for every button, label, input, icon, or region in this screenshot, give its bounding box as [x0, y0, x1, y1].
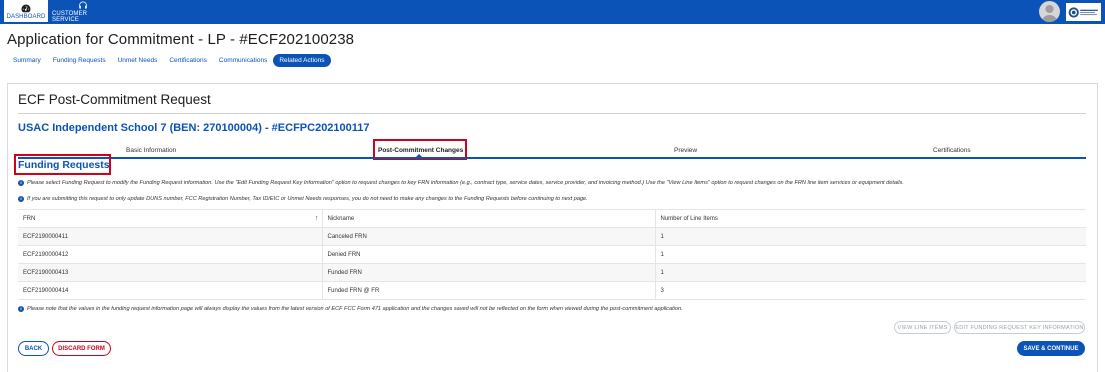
page-title: Application for Commitment - LP - #ECF20… — [7, 31, 355, 48]
cell-line-items: 3 — [655, 281, 1086, 300]
tab-communications[interactable]: Communications — [213, 54, 273, 67]
table-row[interactable]: ECF2190000413 Funded FRN 1 — [18, 263, 1086, 282]
application-tabs: Summary Funding Requests Unmet Needs Cer… — [7, 53, 331, 67]
cell-nickname: Canceled FRN — [322, 227, 656, 246]
column-header-nickname[interactable]: Nickname — [322, 209, 656, 228]
post-commitment-card: ECF Post-Commitment Request USAC Indepen… — [7, 83, 1098, 372]
nav-active-indicator — [4, 22, 48, 24]
info-message-1: i Please select Funding Request to modif… — [18, 180, 904, 186]
cell-frn: ECF2190000411 — [18, 227, 323, 246]
back-button[interactable]: BACK — [18, 341, 49, 356]
table-header-row: FRN ↑ Nickname Number of Line Items — [18, 209, 1086, 228]
cell-frn: ECF2190000414 — [18, 281, 323, 300]
funding-requests-table: FRN ↑ Nickname Number of Line Items ECF2… — [18, 209, 1086, 300]
top-navigation-bar: DASHBOARD CUSTOMER SERVICE — [0, 0, 1105, 24]
cell-frn: ECF2190000413 — [18, 263, 323, 282]
info-text-2: If you are submitting this request to on… — [27, 196, 588, 202]
info-message-3: i Please note that the values in the fun… — [18, 306, 683, 312]
nav-dashboard-label: DASHBOARD — [6, 14, 46, 20]
cell-nickname: Denied FRN — [322, 245, 656, 264]
tab-related-actions[interactable]: Related Actions — [273, 53, 331, 67]
table-row[interactable]: ECF2190000414 Funded FRN @ FR 3 — [18, 281, 1086, 300]
cell-line-items: 1 — [655, 263, 1086, 282]
user-avatar[interactable] — [1039, 1, 1060, 22]
info-icon: i — [18, 306, 24, 312]
info-message-2: i If you are submitting this request to … — [18, 196, 588, 202]
nav-customer-service[interactable]: CUSTOMER SERVICE — [52, 0, 114, 24]
nav-dashboard[interactable]: DASHBOARD — [4, 0, 48, 24]
dashboard-icon — [21, 4, 31, 13]
edit-funding-request-key-info-button[interactable]: EDIT FUNDING REQUEST KEY INFORMATION — [954, 321, 1085, 334]
cell-nickname: Funded FRN @ FR — [322, 281, 656, 300]
info-text-3: Please note that the values in the fundi… — [27, 306, 683, 312]
info-icon: i — [18, 196, 24, 202]
discard-form-button[interactable]: DISCARD FORM — [52, 341, 111, 356]
progress-stepper: Basic Information Post-Commitment Change… — [18, 139, 1086, 160]
active-step-marker — [415, 154, 423, 158]
table-row[interactable]: ECF2190000412 Denied FRN 1 — [18, 245, 1086, 264]
info-icon: i — [18, 180, 24, 186]
info-text-1: Please select Funding Request to modify … — [27, 180, 904, 186]
card-divider — [18, 113, 1086, 114]
fcc-logo — [1066, 3, 1101, 21]
cell-line-items: 1 — [655, 227, 1086, 246]
card-title: ECF Post-Commitment Request — [18, 92, 211, 107]
tab-unmet-needs[interactable]: Unmet Needs — [112, 54, 164, 67]
cell-nickname: Funded FRN — [322, 263, 656, 282]
save-and-continue-button[interactable]: SAVE & CONTINUE — [1017, 341, 1085, 356]
seal-logo-icon — [1068, 6, 1098, 18]
stepper-line — [18, 157, 1086, 159]
cell-line-items: 1 — [655, 245, 1086, 264]
sort-arrow-icon[interactable]: ↑ — [315, 215, 319, 222]
tab-certifications[interactable]: Certifications — [163, 54, 213, 67]
tab-funding-requests[interactable]: Funding Requests — [47, 54, 112, 67]
column-header-line-items[interactable]: Number of Line Items — [655, 209, 1086, 228]
nav-customer-service-label: CUSTOMER SERVICE — [52, 11, 88, 23]
section-title: Funding Requests — [18, 159, 110, 171]
step-certifications[interactable]: Certifications — [933, 147, 971, 154]
table-row[interactable]: ECF2190000411 Canceled FRN 1 — [18, 227, 1086, 246]
cell-frn: ECF2190000412 — [18, 245, 323, 264]
person-icon — [1042, 5, 1057, 22]
tab-summary[interactable]: Summary — [7, 54, 47, 67]
step-basic-information[interactable]: Basic Information — [126, 147, 176, 154]
step-preview[interactable]: Preview — [674, 147, 697, 154]
headset-icon — [78, 1, 88, 10]
view-line-items-button[interactable]: VIEW LINE ITEMS — [894, 321, 951, 334]
column-header-frn[interactable]: FRN ↑ — [18, 209, 323, 228]
school-title: USAC Independent School 7 (BEN: 27010000… — [18, 122, 370, 134]
